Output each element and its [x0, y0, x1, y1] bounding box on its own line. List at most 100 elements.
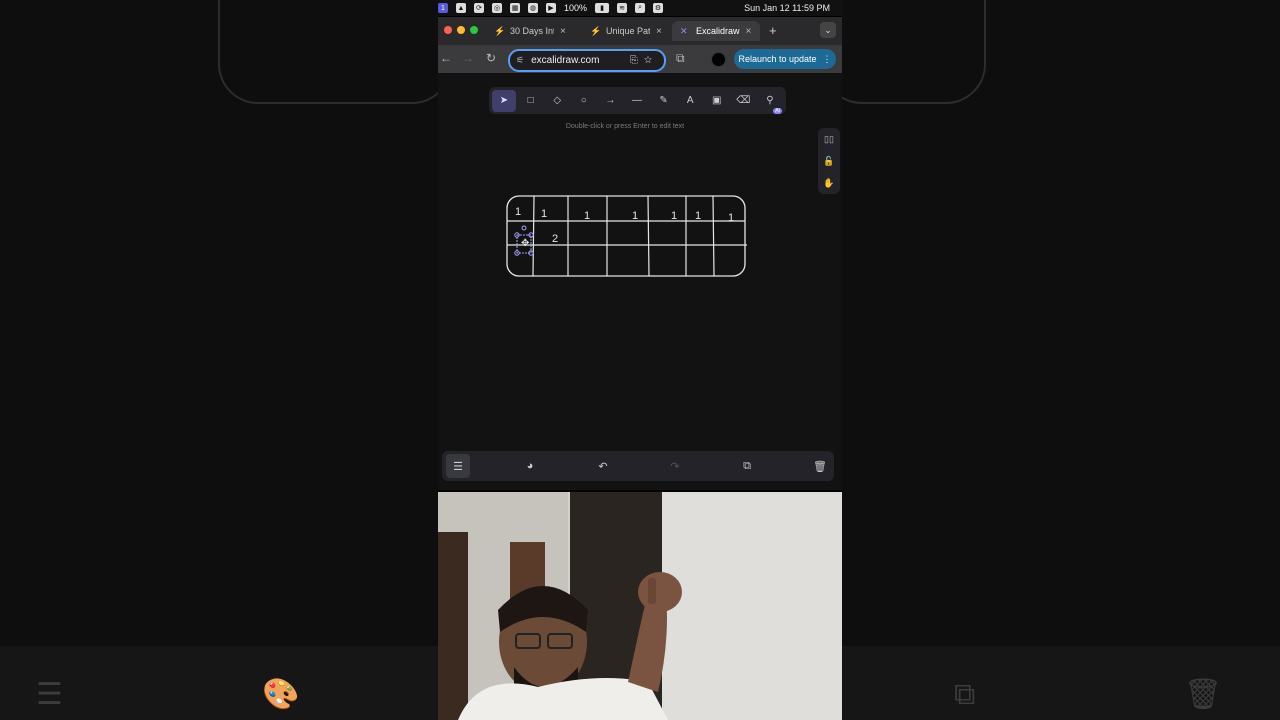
ellipse-icon: ○ [580, 95, 587, 106]
play-icon[interactable]: ▶ [546, 3, 556, 13]
tool-text-button[interactable]: A [678, 90, 702, 112]
webcam-image [438, 492, 842, 720]
site-info-icon[interactable]: ⚟ [516, 55, 524, 66]
avatar[interactable] [711, 52, 726, 67]
relaunch-button[interactable]: Relaunch to update ⋮ [734, 49, 836, 69]
spotlight-icon[interactable]: ⌕ [635, 3, 646, 13]
tool-more-tools-button[interactable]: ⚲ AI [758, 90, 782, 114]
hand-icon[interactable]: ✋ [818, 172, 840, 194]
tab-close-icon[interactable]: × [656, 26, 662, 37]
cell-value[interactable]: 1 [584, 210, 590, 222]
duplicate-icon: ⧉ [954, 678, 976, 711]
close-window-button[interactable] [444, 26, 452, 34]
globe-icon[interactable]: ◍ [528, 3, 538, 13]
bottom-toolbar: ☰ ◕ ↶ ↷ ⧉ 🗑 [442, 451, 834, 481]
wifi-icon[interactable]: ≋ [617, 3, 628, 13]
grid-drawing[interactable]: 1 1 1 1 1 1 1 2 ✥ [500, 193, 750, 283]
bookmark-star-icon[interactable]: ⎘☆ [630, 55, 658, 66]
back-icon[interactable]: ← [440, 51, 452, 65]
tool-arrow-button[interactable]: → [598, 90, 622, 112]
tab-search-chevron-icon[interactable]: ⌄ [820, 22, 836, 38]
eraser-icon: ⌫ [736, 95, 751, 106]
menu-icon: ☰ [36, 678, 63, 711]
excalidraw-canvas[interactable]: ➤ □ ◇ ○ → — ✎ A ▣ ⌫ ⚲ AI Double-click or press Ente… [438, 73, 842, 490]
rectangle-icon: □ [527, 95, 534, 106]
canvas-hint: Double-click or press Enter to edit text [565, 123, 685, 130]
reload-icon[interactable]: ↻ [486, 51, 496, 65]
more-tools-icon: ⚲ [766, 95, 774, 106]
new-tab-icon[interactable]: + [769, 23, 777, 38]
tool-rectangle-button[interactable]: □ [519, 90, 543, 112]
tool-diamond-button[interactable]: ◇ [545, 90, 569, 112]
background-right: ⧉ 🗑 [842, 0, 1280, 720]
browser-toolbar: ← → ↻ ⚟ excalidraw.com ⎘☆ ⧉ Relaunch to … [438, 45, 842, 73]
control-center-icon[interactable]: ⚙ [653, 3, 664, 13]
battery-percent: 100% [564, 3, 588, 13]
screenshot-icon[interactable]: ◎ [492, 3, 502, 13]
lock-icon[interactable]: 🔓 [818, 150, 840, 172]
selection-icon: ➤ [499, 95, 509, 106]
cell-value[interactable]: 2 [552, 233, 558, 245]
tool-image-button[interactable]: ▣ [705, 90, 729, 112]
forward-icon[interactable]: → [462, 51, 474, 65]
diamond-icon: ◇ [553, 95, 562, 106]
cell-value[interactable]: 1 [671, 210, 677, 222]
background-left: ☰ 🎨 [0, 0, 438, 720]
tool-draw-button[interactable]: ✎ [652, 90, 676, 112]
sync-icon[interactable]: ⟳ [474, 3, 484, 13]
column-line[interactable] [712, 195, 715, 277]
move-cursor-icon: ✥ [521, 238, 529, 249]
tab-close-icon[interactable]: × [560, 26, 566, 37]
blurred-bottom-bar: ⧉ 🗑 [842, 646, 1280, 720]
url-text[interactable]: excalidraw.com [531, 55, 599, 66]
tab-favicon-icon: ⚡ [494, 26, 506, 36]
tab-unique-path[interactable]: ⚡ Unique Path × [590, 21, 662, 41]
duplicate-icon[interactable]: ⧉ [735, 454, 759, 478]
trash-icon[interactable]: 🗑 [808, 454, 832, 478]
column-line[interactable] [647, 195, 650, 277]
image-icon: ▣ [712, 95, 722, 106]
arrow-icon: → [605, 95, 616, 106]
maximize-window-button[interactable] [470, 26, 478, 34]
blurred-drawing [218, 0, 438, 104]
cell-value[interactable]: 1 [728, 212, 734, 224]
minimize-window-button[interactable] [457, 26, 465, 34]
draw-icon: ✎ [659, 95, 668, 106]
app-icon[interactable]: 1 [438, 3, 448, 13]
tool-selection-button[interactable]: ➤ [492, 89, 516, 112]
main-menu-icon[interactable]: ☰ [446, 454, 470, 478]
blurred-bottom-bar: ☰ 🎨 [0, 646, 438, 720]
cell-value[interactable]: 1 [515, 206, 521, 218]
line-icon: — [631, 95, 642, 106]
library-icon[interactable]: ▯▯ [818, 128, 840, 150]
relaunch-label: Relaunch to update [738, 54, 817, 64]
browser-window: ⚡ 30 Days Int × ⚡ Unique Path × ✕ Excali… [438, 17, 842, 490]
cell-value[interactable]: 1 [695, 210, 701, 222]
grid-icon[interactable]: ▦ [510, 3, 520, 13]
ai-badge: AI [773, 107, 782, 114]
palette-icon[interactable]: ◕ [518, 454, 542, 478]
side-panel: ▯▯ 🔓 ✋ [818, 128, 840, 194]
extensions-icon[interactable]: ⧉ [676, 51, 685, 66]
tab-label: Unique Path [606, 26, 650, 36]
tab-excalidraw[interactable]: ✕ Excalidraw × [672, 21, 760, 41]
tab-close-icon[interactable]: × [746, 26, 752, 37]
tab-strip: ⚡ 30 Days Int × ⚡ Unique Path × ✕ Excali… [438, 17, 842, 45]
macos-menu-bar: 1 ▲ ⟳ ◎ ▦ ◍ ▶ 100% ▮ ≋ ⌕ ⚙ Sun Jan 12 11… [438, 0, 842, 16]
redo-icon[interactable]: ↷ [663, 454, 687, 478]
relaunch-menu-icon[interactable]: ⋮ [823, 54, 832, 65]
undo-icon[interactable]: ↶ [591, 454, 615, 478]
tool-ellipse-button[interactable]: ○ [572, 90, 596, 112]
tool-line-button[interactable]: — [625, 90, 649, 112]
text-icon: A [686, 95, 694, 106]
webcam-video [438, 492, 842, 720]
drive-icon[interactable]: ▲ [456, 3, 466, 13]
cell-value[interactable]: 1 [632, 210, 638, 222]
tool-eraser-button[interactable]: ⌫ [731, 90, 755, 112]
address-bar[interactable]: ⚟ excalidraw.com ⎘☆ [508, 49, 666, 72]
menu-clock[interactable]: Sun Jan 12 11:59 PM [744, 3, 830, 13]
tab-30-days[interactable]: ⚡ 30 Days Int × [494, 21, 566, 41]
shape-toolbar: ➤ □ ◇ ○ → — ✎ A ▣ ⌫ ⚲ AI [489, 87, 786, 114]
cell-value[interactable]: 1 [541, 208, 547, 220]
battery-icon[interactable]: ▮ [595, 3, 610, 13]
